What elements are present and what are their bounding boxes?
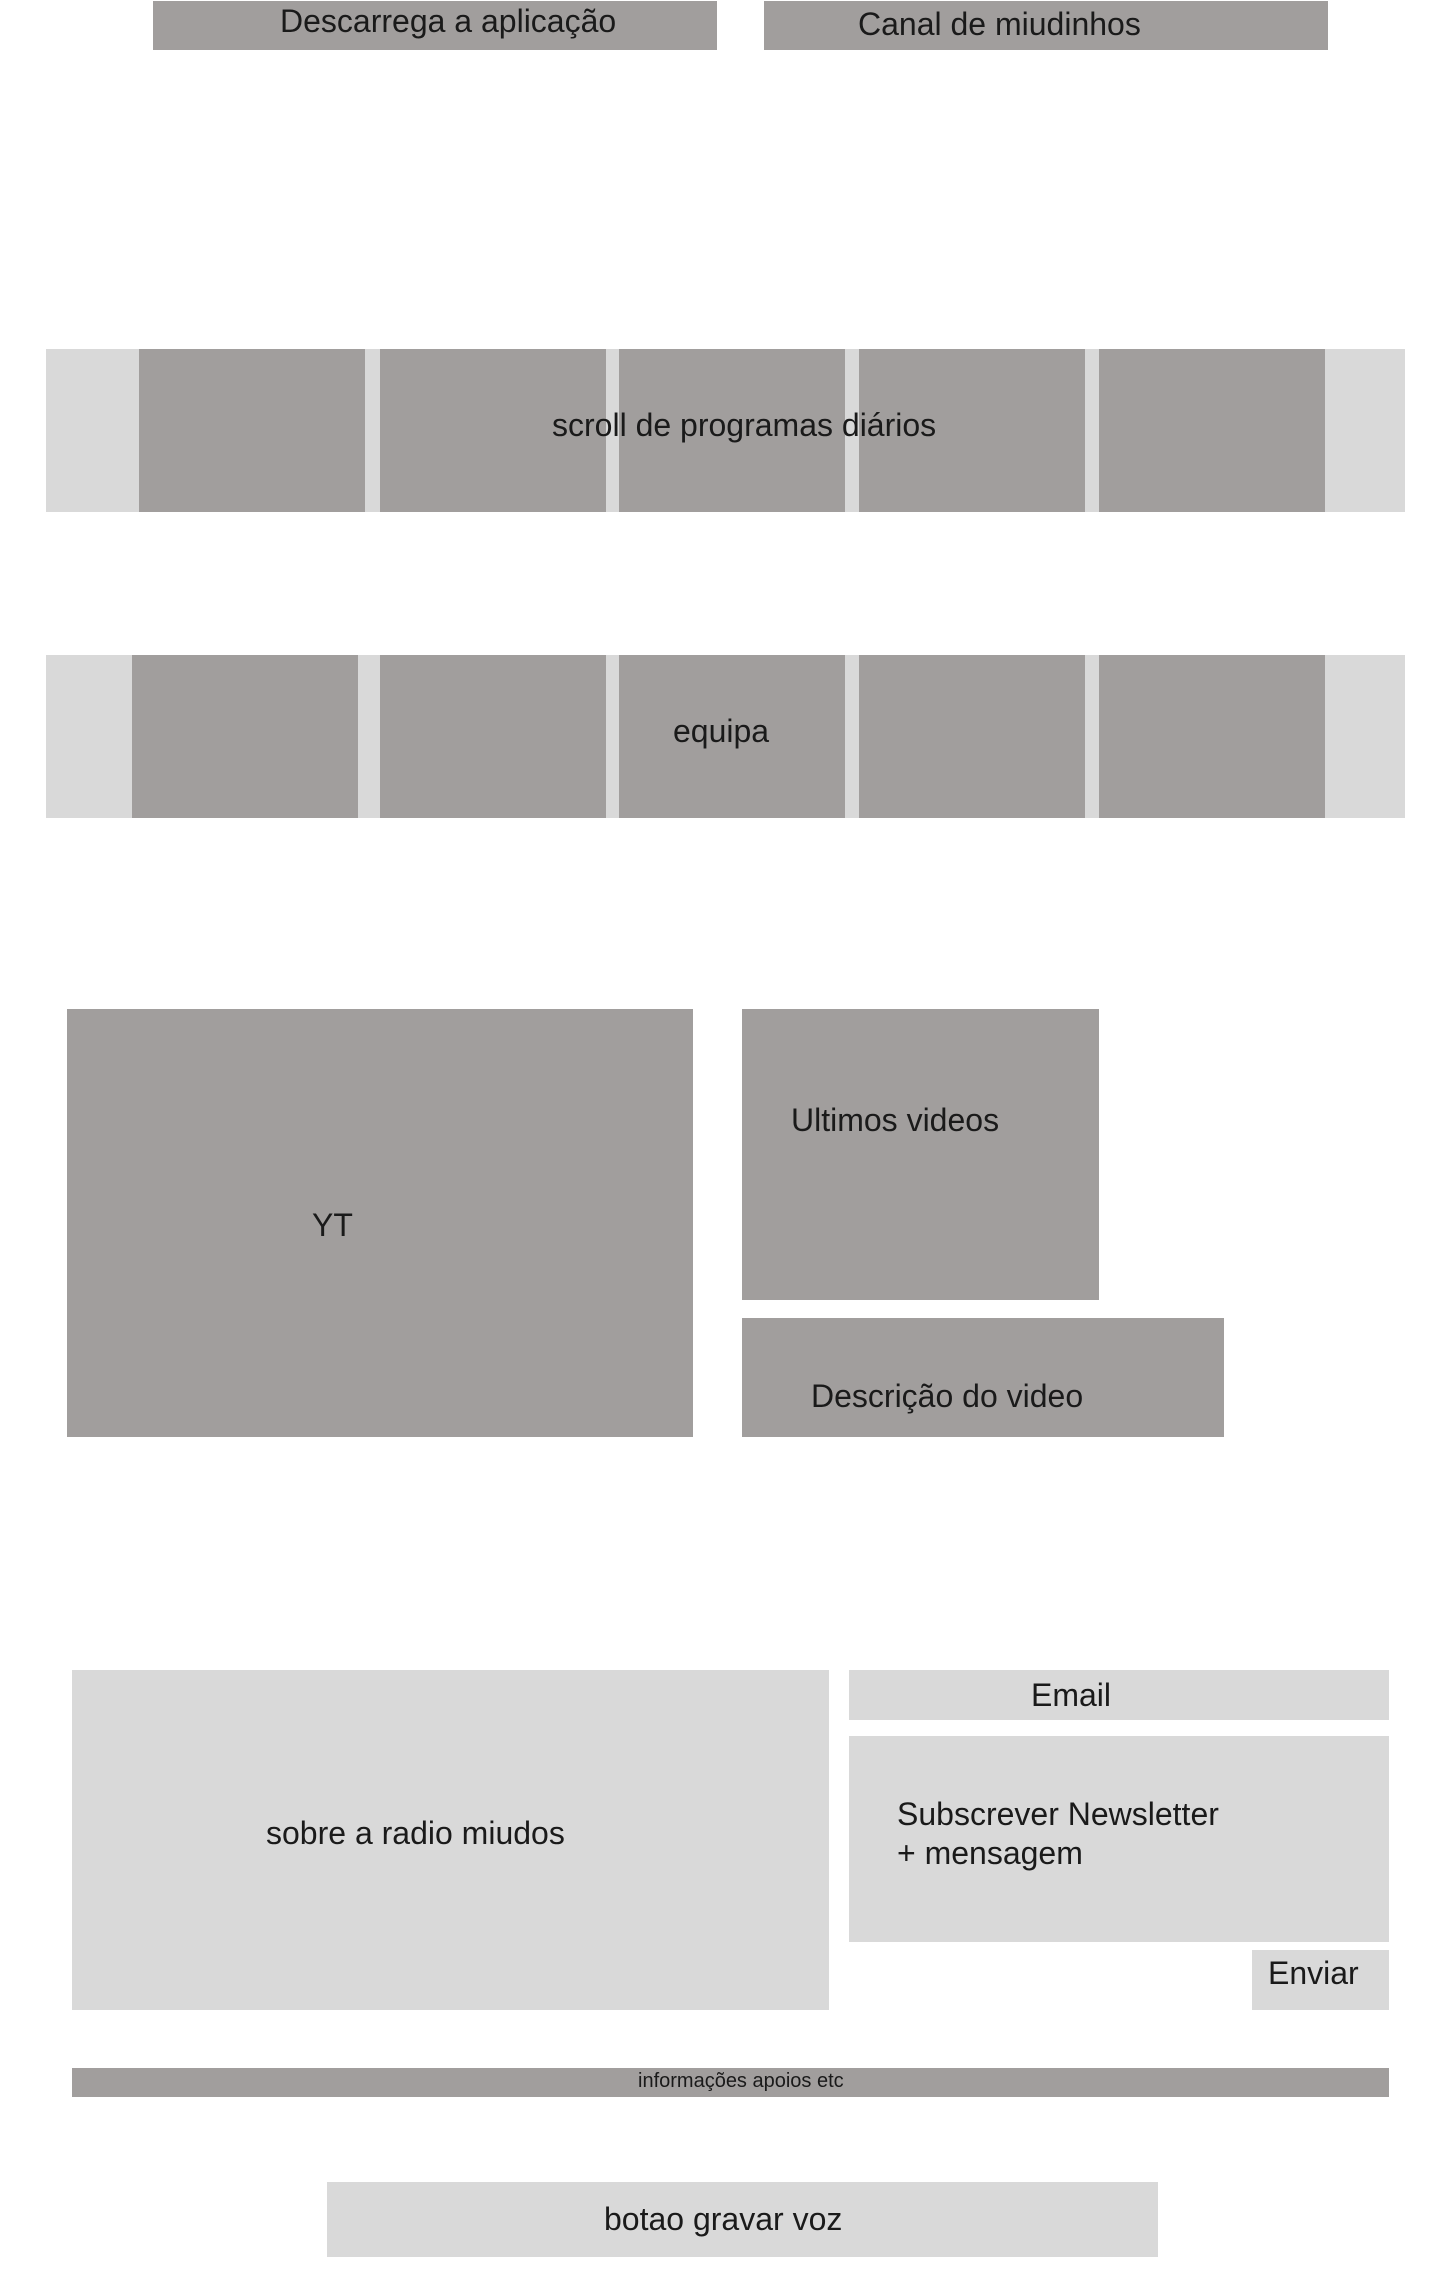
download-app-label: Descarrega a aplicação — [280, 3, 617, 39]
team-carousel-label: equipa — [673, 713, 770, 749]
team-card[interactable] — [380, 655, 606, 818]
program-card[interactable] — [139, 349, 365, 512]
team-card[interactable] — [1099, 655, 1325, 818]
kids-channel-label: Canal de miudinhos — [858, 6, 1141, 42]
video-description-label: Descrição do video — [811, 1378, 1084, 1414]
youtube-player-label: YT — [312, 1207, 353, 1243]
team-card[interactable] — [132, 655, 358, 818]
send-button[interactable]: Enviar — [1252, 1950, 1389, 2010]
record-voice-button[interactable]: botao gravar voz — [327, 2182, 1158, 2257]
newsletter-message-field[interactable]: Subscrever Newsletter + mensagem — [849, 1736, 1389, 1942]
send-button-label: Enviar — [1268, 1955, 1359, 1991]
programs-carousel-label: scroll de programas diários — [552, 407, 937, 443]
record-voice-label: botao gravar voz — [604, 2201, 843, 2237]
newsletter-message-line2: + mensagem — [897, 1835, 1083, 1871]
about-radio-panel: sobre a radio miudos — [72, 1670, 829, 2010]
team-card[interactable] — [859, 655, 1085, 818]
latest-videos-label: Ultimos videos — [791, 1102, 1000, 1138]
info-support-label: informações apoios etc — [638, 2070, 844, 2092]
about-radio-label: sobre a radio miudos — [266, 1815, 565, 1851]
youtube-player[interactable]: YT — [67, 1009, 693, 1437]
newsletter-message-line1: Subscrever Newsletter — [897, 1796, 1219, 1832]
program-card[interactable] — [1099, 349, 1325, 512]
kids-channel-button[interactable]: Canal de miudinhos — [764, 1, 1328, 50]
latest-videos-panel[interactable]: Ultimos videos — [742, 1009, 1099, 1300]
team-carousel[interactable]: equipa — [46, 655, 1405, 818]
email-field-label: Email — [1031, 1677, 1112, 1713]
download-app-button[interactable]: Descarrega a aplicação — [153, 1, 717, 50]
programs-carousel[interactable]: scroll de programas diários — [46, 349, 1405, 512]
info-support-bar: informações apoios etc — [72, 2068, 1389, 2097]
video-description-panel: Descrição do video — [742, 1318, 1224, 1437]
email-field[interactable]: Email — [849, 1670, 1389, 1720]
